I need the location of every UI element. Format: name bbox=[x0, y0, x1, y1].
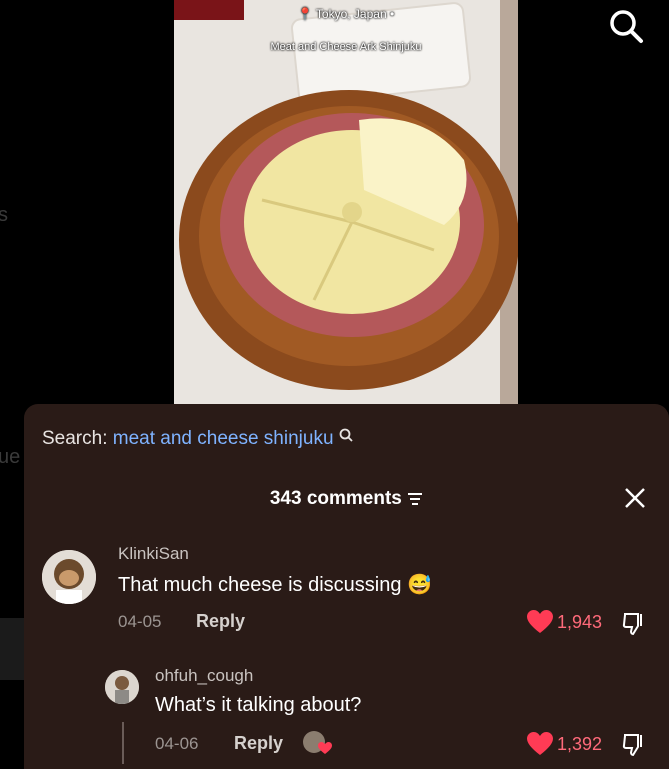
search-small-icon bbox=[339, 428, 353, 442]
background-fragment-s: s bbox=[0, 204, 8, 226]
creator-liked-avatar-icon bbox=[303, 731, 332, 754]
comment-username[interactable]: ohfuh_cough bbox=[155, 666, 253, 686]
search-icon[interactable] bbox=[606, 6, 646, 46]
search-query-link[interactable]: meat and cheese shinjuku bbox=[113, 428, 334, 449]
close-icon[interactable] bbox=[623, 486, 647, 510]
video-caption: Meat and Cheese Ark Shinjuku bbox=[270, 41, 422, 53]
like-button[interactable]: 1,943 bbox=[527, 610, 602, 634]
comments-panel: Search: meat and cheese shinjuku 343 com… bbox=[24, 404, 669, 769]
comment-count: 343 comments bbox=[269, 488, 402, 509]
location-pin-icon: 📍 bbox=[297, 7, 313, 21]
reply-button[interactable]: Reply bbox=[234, 733, 283, 754]
comment-text: That much cheese is discussing 😅 bbox=[118, 574, 432, 596]
background-fragment-ue: ue bbox=[0, 446, 21, 468]
search-suggestion[interactable]: Search: meat and cheese shinjuku bbox=[42, 428, 353, 450]
like-count: 1,392 bbox=[557, 733, 603, 754]
avatar[interactable] bbox=[42, 550, 96, 604]
search-label: Search: bbox=[42, 428, 108, 449]
heart-icon bbox=[527, 610, 553, 633]
avatar[interactable] bbox=[105, 670, 139, 704]
comment-date: 04-05 bbox=[118, 612, 162, 631]
location-dot: • bbox=[389, 7, 395, 21]
emoji-sweat-smile-icon: 😅 bbox=[407, 574, 432, 596]
filter-icon[interactable] bbox=[407, 492, 423, 506]
comment-text: What’s it talking about? bbox=[155, 694, 362, 716]
dislike-icon[interactable] bbox=[621, 732, 647, 758]
reply-thread-line bbox=[122, 722, 124, 764]
video-location[interactable]: 📍 Tokyo, Japan • bbox=[174, 7, 518, 21]
like-count: 1,943 bbox=[557, 611, 603, 632]
background-panel-fragment bbox=[0, 618, 26, 680]
food-illustration bbox=[179, 90, 518, 390]
comment-username[interactable]: KlinkiSan bbox=[118, 544, 189, 564]
like-button[interactable]: 1,392 bbox=[527, 732, 602, 756]
reply-button[interactable]: Reply bbox=[196, 611, 245, 632]
location-text: Tokyo, Japan bbox=[315, 7, 387, 21]
comments-header: 343 comments bbox=[24, 488, 669, 510]
heart-icon bbox=[527, 732, 553, 755]
comment-date: 04-06 bbox=[155, 734, 199, 753]
video-player[interactable]: 📍 Tokyo, Japan • Meat and Cheese Ark Shi… bbox=[174, 0, 518, 404]
dislike-icon[interactable] bbox=[621, 611, 647, 637]
